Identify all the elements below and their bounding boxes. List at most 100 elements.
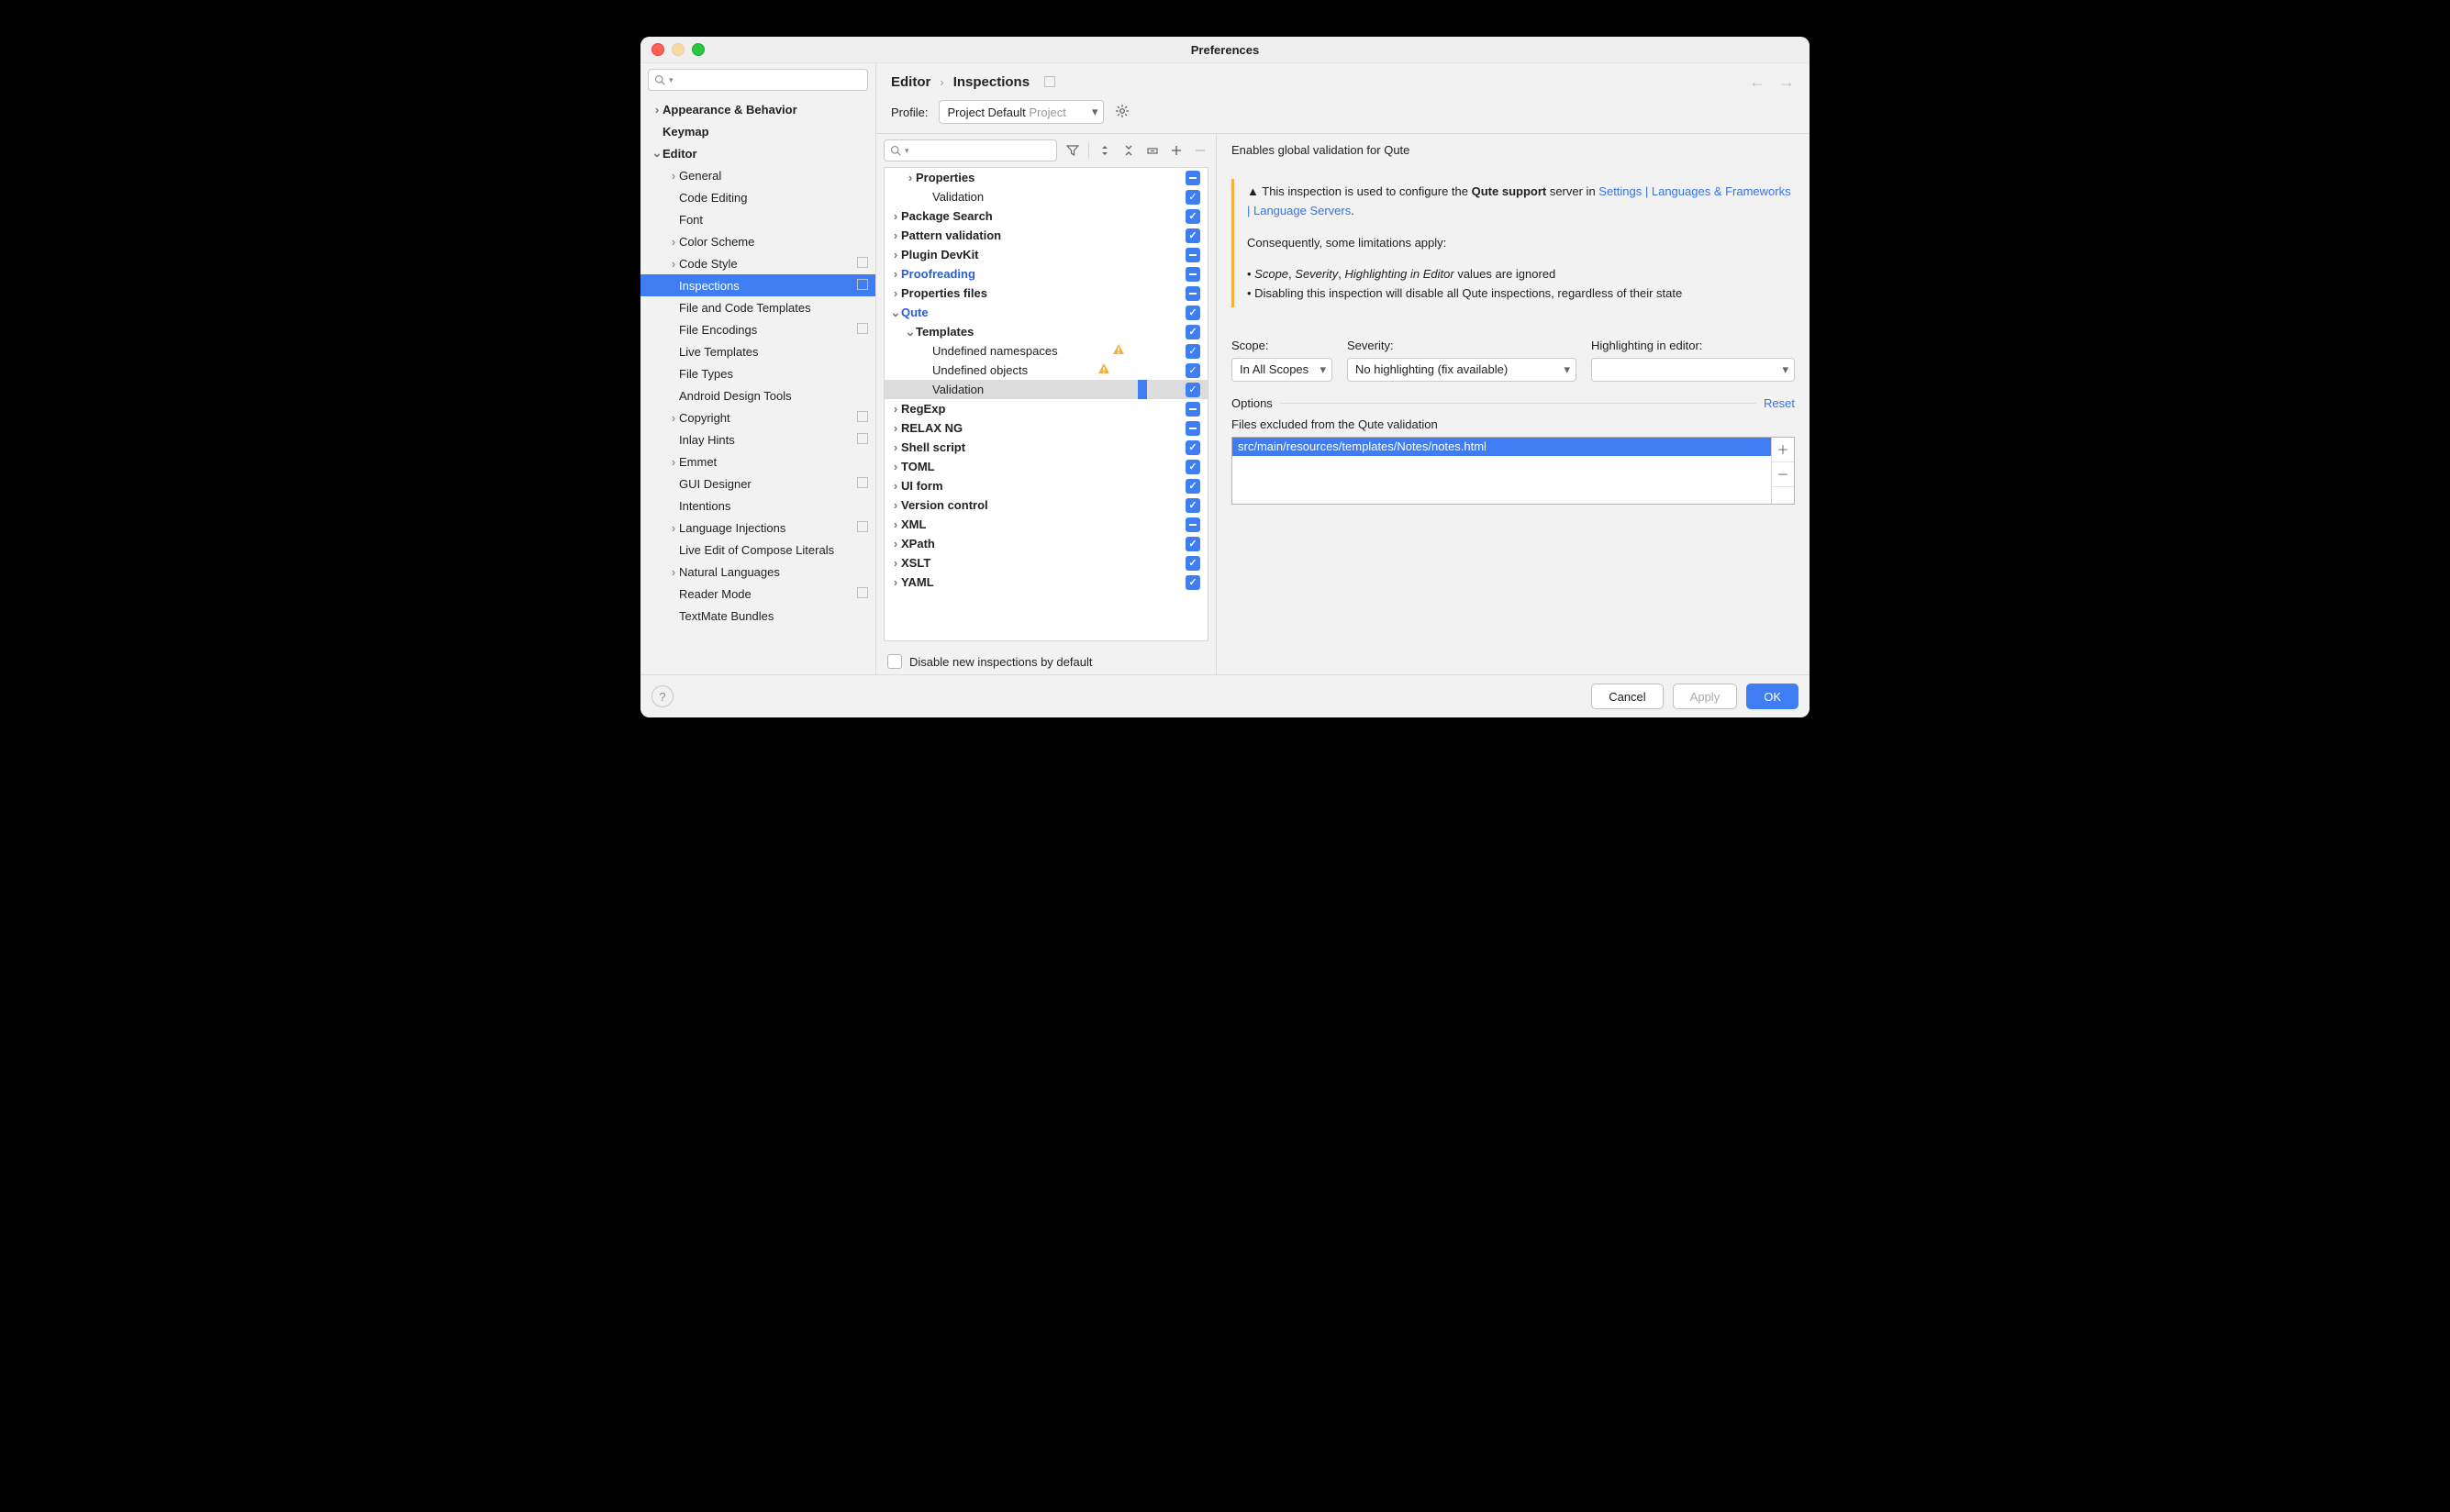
- project-settings-icon: [857, 256, 868, 271]
- reset-link[interactable]: Reset: [1764, 396, 1795, 410]
- expand-icon[interactable]: [1097, 142, 1113, 159]
- ok-button[interactable]: OK: [1746, 684, 1799, 709]
- cancel-button[interactable]: Cancel: [1591, 684, 1663, 709]
- inspection-row-qute[interactable]: ⌄Qute✓: [885, 303, 1208, 322]
- inspection-row-ui-form[interactable]: ›UI form✓: [885, 476, 1208, 495]
- highlighting-select[interactable]: ▾: [1591, 358, 1795, 382]
- sidebar-item-general[interactable]: ›General: [640, 164, 875, 186]
- collapse-icon[interactable]: [1120, 142, 1137, 159]
- inspection-checkbox[interactable]: ✓: [1186, 344, 1200, 359]
- inspection-row-undefined-namespaces[interactable]: Undefined namespaces✓: [885, 341, 1208, 361]
- dropdown-icon[interactable]: ▾: [905, 146, 909, 156]
- inspection-checkbox[interactable]: [1186, 421, 1200, 436]
- inspection-checkbox[interactable]: [1186, 267, 1200, 282]
- inspection-row-undefined-objects[interactable]: Undefined objects✓: [885, 361, 1208, 380]
- disable-new-label: Disable new inspections by default: [909, 655, 1092, 669]
- filter-icon[interactable]: [1064, 142, 1081, 159]
- inspection-row-package-search[interactable]: ›Package Search✓: [885, 206, 1208, 226]
- sidebar-item-gui-designer[interactable]: GUI Designer: [640, 472, 875, 495]
- inspection-checkbox[interactable]: [1186, 248, 1200, 262]
- dropdown-icon[interactable]: ▾: [669, 75, 674, 85]
- inspection-row-xslt[interactable]: ›XSLT✓: [885, 553, 1208, 573]
- sidebar-item-inspections[interactable]: Inspections: [640, 274, 875, 296]
- excluded-list[interactable]: src/main/resources/templates/Notes/notes…: [1231, 437, 1795, 505]
- inspection-row-xpath[interactable]: ›XPath✓: [885, 534, 1208, 553]
- help-icon[interactable]: ?: [651, 685, 674, 707]
- sidebar-item-intentions[interactable]: Intentions: [640, 495, 875, 517]
- profile-select[interactable]: Project Default Project ▾: [939, 100, 1104, 124]
- inspection-row-xml[interactable]: ›XML: [885, 515, 1208, 534]
- inspection-checkbox[interactable]: ✓: [1186, 190, 1200, 205]
- chevron-down-icon: ▾: [1782, 362, 1788, 377]
- sidebar-item-appearance-behavior[interactable]: ›Appearance & Behavior: [640, 98, 875, 120]
- inspection-checkbox[interactable]: [1186, 517, 1200, 532]
- crumb-editor[interactable]: Editor: [891, 74, 930, 90]
- scope-select[interactable]: In All Scopes▾: [1231, 358, 1332, 382]
- back-icon[interactable]: ←: [1749, 72, 1765, 92]
- inspection-checkbox[interactable]: ✓: [1186, 575, 1200, 590]
- inspection-search-input[interactable]: [913, 143, 1051, 158]
- disable-new-checkbox[interactable]: [887, 654, 902, 669]
- sidebar-item-language-injections[interactable]: ›Language Injections: [640, 517, 875, 539]
- severity-select[interactable]: No highlighting (fix available)▾: [1347, 358, 1576, 382]
- inspection-checkbox[interactable]: ✓: [1186, 479, 1200, 494]
- inspection-row-validation[interactable]: Validation✓: [885, 187, 1208, 206]
- inspection-checkbox[interactable]: ✓: [1186, 440, 1200, 455]
- inspection-checkbox[interactable]: ✓: [1186, 556, 1200, 571]
- sidebar-item-color-scheme[interactable]: ›Color Scheme: [640, 230, 875, 252]
- toggle-icon[interactable]: [1144, 142, 1161, 159]
- inspection-checkbox[interactable]: [1186, 402, 1200, 417]
- inspection-checkbox[interactable]: ✓: [1186, 363, 1200, 378]
- inspection-checkbox[interactable]: ✓: [1186, 383, 1200, 397]
- sidebar-item-reader-mode[interactable]: Reader Mode: [640, 583, 875, 605]
- sidebar-item-file-encodings[interactable]: File Encodings: [640, 318, 875, 340]
- inspection-row-proofreading[interactable]: ›Proofreading: [885, 264, 1208, 284]
- sidebar-item-code-style[interactable]: ›Code Style: [640, 252, 875, 274]
- inspection-row-regexp[interactable]: ›RegExp: [885, 399, 1208, 418]
- inspection-label: XML: [901, 517, 926, 531]
- inspection-checkbox[interactable]: ✓: [1186, 209, 1200, 224]
- inspection-row-validation[interactable]: Validation✓: [885, 380, 1208, 399]
- sidebar-item-keymap[interactable]: Keymap: [640, 120, 875, 142]
- sidebar-search-input[interactable]: [677, 72, 862, 87]
- sidebar-item-natural-languages[interactable]: ›Natural Languages: [640, 561, 875, 583]
- inspection-checkbox[interactable]: ✓: [1186, 537, 1200, 551]
- inspection-row-yaml[interactable]: ›YAML✓: [885, 573, 1208, 592]
- remove-excluded-icon[interactable]: －: [1772, 462, 1794, 487]
- inspection-row-toml[interactable]: ›TOML✓: [885, 457, 1208, 476]
- sidebar-item-live-edit-of-compose-literals[interactable]: Live Edit of Compose Literals: [640, 539, 875, 561]
- sidebar-item-file-and-code-templates[interactable]: File and Code Templates: [640, 296, 875, 318]
- sidebar-item-code-editing[interactable]: Code Editing: [640, 186, 875, 208]
- inspection-checkbox[interactable]: [1186, 286, 1200, 301]
- inspection-checkbox[interactable]: ✓: [1186, 306, 1200, 320]
- add-excluded-icon[interactable]: ＋: [1772, 438, 1794, 462]
- sidebar-item-inlay-hints[interactable]: Inlay Hints: [640, 428, 875, 450]
- inspection-row-properties[interactable]: ›Properties: [885, 168, 1208, 187]
- inspection-row-properties-files[interactable]: ›Properties files: [885, 284, 1208, 303]
- inspection-search[interactable]: ▾: [884, 139, 1057, 161]
- excluded-row[interactable]: src/main/resources/templates/Notes/notes…: [1232, 438, 1771, 456]
- sidebar-item-editor[interactable]: ⌄Editor: [640, 142, 875, 164]
- inspection-checkbox[interactable]: ✓: [1186, 460, 1200, 474]
- sidebar-item-copyright[interactable]: ›Copyright: [640, 406, 875, 428]
- inspection-checkbox[interactable]: [1186, 171, 1200, 185]
- inspection-checkbox[interactable]: ✓: [1186, 498, 1200, 513]
- sidebar-item-textmate-bundles[interactable]: TextMate Bundles: [640, 605, 875, 627]
- inspection-row-relax-ng[interactable]: ›RELAX NG: [885, 418, 1208, 438]
- gear-icon[interactable]: [1115, 104, 1130, 121]
- sidebar-item-android-design-tools[interactable]: Android Design Tools: [640, 384, 875, 406]
- add-icon[interactable]: [1168, 142, 1185, 159]
- inspection-row-version-control[interactable]: ›Version control✓: [885, 495, 1208, 515]
- sidebar-item-file-types[interactable]: File Types: [640, 362, 875, 384]
- sidebar-item-live-templates[interactable]: Live Templates: [640, 340, 875, 362]
- sidebar-search[interactable]: ▾: [648, 69, 868, 91]
- inspection-checkbox[interactable]: ✓: [1186, 228, 1200, 243]
- sidebar-item-font[interactable]: Font: [640, 208, 875, 230]
- inspection-row-pattern-validation[interactable]: ›Pattern validation✓: [885, 226, 1208, 245]
- forward-icon[interactable]: →: [1778, 72, 1795, 92]
- inspection-row-shell-script[interactable]: ›Shell script✓: [885, 438, 1208, 457]
- inspection-row-templates[interactable]: ⌄Templates✓: [885, 322, 1208, 341]
- sidebar-item-emmet[interactable]: ›Emmet: [640, 450, 875, 472]
- inspection-checkbox[interactable]: ✓: [1186, 325, 1200, 339]
- inspection-row-plugin-devkit[interactable]: ›Plugin DevKit: [885, 245, 1208, 264]
